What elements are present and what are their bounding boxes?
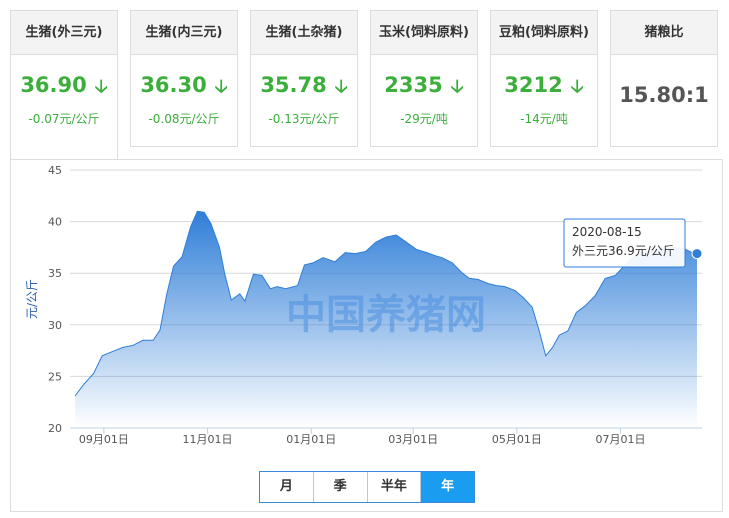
price-chart: 中国养猪网 20 25 30 35 40 45 09月01日 11月01日 01月01日 03月0…	[25, 164, 703, 446]
x-tick-label: 11月01日	[183, 433, 233, 446]
y-tick-label: 35	[48, 267, 62, 280]
y-tick-label: 30	[48, 319, 62, 332]
y-tick-label: 40	[48, 216, 62, 229]
y-tick-label: 20	[48, 422, 62, 435]
tooltip-value: 外三元36.9元/公斤	[572, 244, 675, 258]
x-tick-label: 09月01日	[79, 433, 129, 446]
period-tabs: 月 季 半年 年	[259, 471, 475, 503]
tab-half-year[interactable]: 半年	[368, 472, 422, 502]
tab-month[interactable]: 月	[260, 472, 314, 502]
tooltip-date: 2020-08-15	[572, 225, 642, 239]
y-tick-label: 45	[48, 164, 62, 177]
x-tick-label: 01月01日	[286, 433, 336, 446]
x-tick-label: 07月01日	[596, 433, 646, 446]
x-tick-label: 05月01日	[492, 433, 542, 446]
tab-quarter[interactable]: 季	[314, 472, 368, 502]
tab-year[interactable]: 年	[421, 472, 474, 502]
x-tick-label: 03月01日	[388, 433, 438, 446]
y-axis-label: 元/公斤	[25, 279, 39, 319]
y-tick-label: 25	[48, 370, 62, 383]
hover-point	[691, 248, 703, 260]
watermark-text: 中国养猪网	[286, 292, 486, 338]
